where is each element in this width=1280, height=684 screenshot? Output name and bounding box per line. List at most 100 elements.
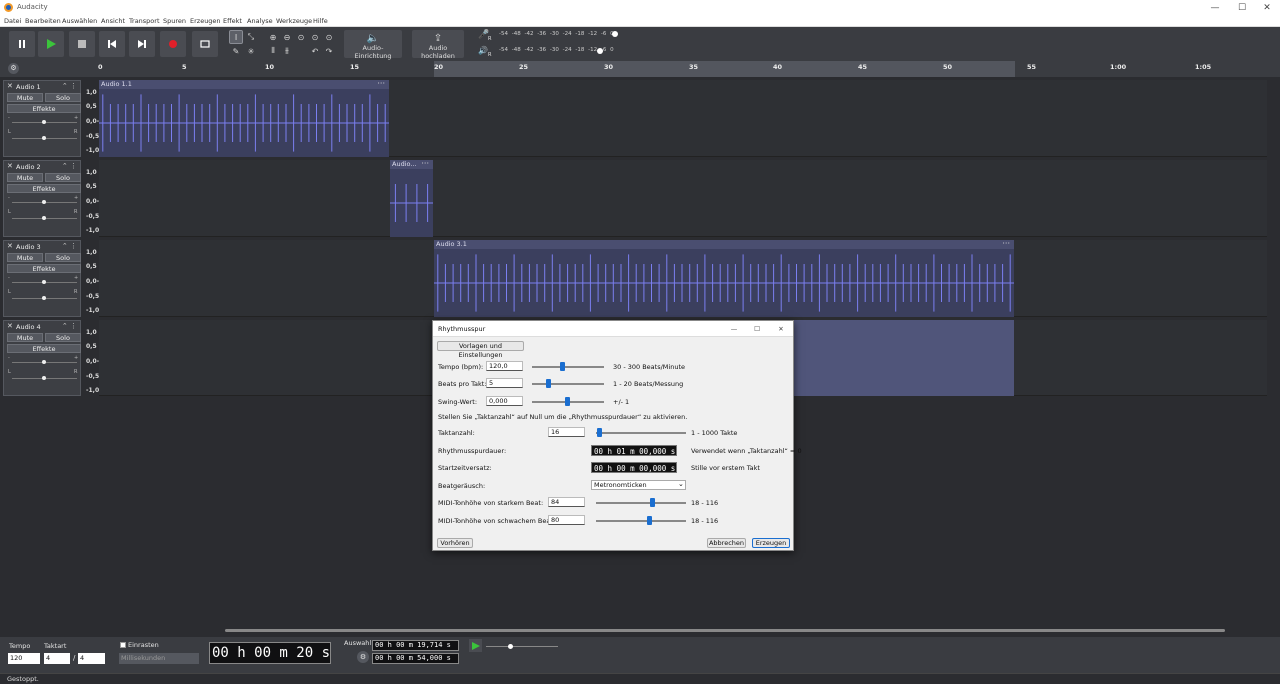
tempo-slider[interactable] — [532, 362, 604, 371]
effects-button[interactable]: Effekte — [7, 344, 81, 353]
close-track-icon[interactable]: ✕ — [7, 82, 13, 90]
pause-button[interactable] — [9, 31, 35, 57]
menu-tracks[interactable]: Spuren — [163, 17, 186, 25]
swing-slider-thumb[interactable] — [565, 397, 570, 406]
playback-meter-handle[interactable] — [597, 48, 603, 54]
record-meter-handle[interactable] — [612, 31, 618, 37]
effects-button[interactable]: Effekte — [7, 184, 81, 193]
menu-transport[interactable]: Transport — [129, 17, 160, 25]
pan-knob[interactable] — [42, 216, 46, 220]
midi-strong-slider[interactable] — [596, 498, 686, 507]
clip-menu-icon[interactable]: ··· — [421, 160, 429, 168]
vertical-scale[interactable]: 1,0 0,5 0,0- -0,5 -1,0 — [82, 160, 99, 237]
selection-settings-icon[interactable]: ⚙ — [357, 651, 369, 663]
track-control-panel[interactable]: ✕ Audio 1 ⌃ ⋮ Mute Solo Effekte - + L R — [3, 80, 81, 157]
time-signature-numerator[interactable]: 4 — [44, 653, 70, 664]
beats-input[interactable]: 5 — [486, 378, 523, 388]
gain-slider[interactable] — [12, 200, 77, 204]
draw-tool-icon[interactable]: ✎ — [230, 45, 242, 57]
beats-slider[interactable] — [532, 379, 604, 388]
audio-clip[interactable]: Audio 1.1 ··· — [99, 80, 389, 157]
pan-slider[interactable] — [12, 376, 77, 380]
preview-button[interactable]: Vorhören — [437, 538, 473, 548]
trim-outside-icon[interactable]: ⫴ — [267, 45, 279, 57]
time-signature-denominator[interactable]: 4 — [78, 653, 105, 664]
vertical-scale[interactable]: 1,0 0,5 0,0- -0,5 -1,0 — [82, 320, 99, 396]
menu-effect[interactable]: Effekt — [223, 17, 242, 25]
menu-tools[interactable]: Werkzeuge — [276, 17, 312, 25]
pan-knob[interactable] — [42, 296, 46, 300]
playback-speed-slider[interactable] — [486, 644, 558, 649]
dialog-maximize-button[interactable]: ☐ — [748, 325, 766, 333]
close-button[interactable]: ✕ — [1254, 2, 1280, 14]
pan-slider[interactable] — [12, 136, 77, 140]
track-menu-chevron-icon[interactable]: ⌃ ⋮ — [62, 242, 77, 250]
bars-input[interactable]: 16 — [548, 427, 585, 437]
clip-menu-icon[interactable]: ··· — [1002, 240, 1010, 248]
duration-display[interactable]: 00 h 01 m 00,000 s — [591, 445, 677, 456]
mute-button[interactable]: Mute — [7, 93, 43, 102]
track-control-panel[interactable]: ✕ Audio 4 ⌃ ⋮ Mute Solo Effekte - + L R — [3, 320, 81, 396]
gain-knob[interactable] — [42, 200, 46, 204]
snap-checkbox[interactable] — [120, 642, 126, 648]
play-button[interactable] — [38, 31, 64, 57]
stop-button[interactable] — [69, 31, 95, 57]
midi-strong-slider-thumb[interactable] — [650, 498, 655, 507]
maximize-button[interactable]: ☐ — [1229, 2, 1255, 14]
skip-start-button[interactable] — [99, 31, 125, 57]
silence-selection-icon[interactable]: ⫵ — [281, 45, 293, 57]
time-display[interactable]: 00 h 00 m 20 s — [209, 642, 331, 664]
midi-weak-input[interactable]: 80 — [548, 515, 585, 525]
track-name[interactable]: Audio 3 — [16, 243, 41, 251]
share-audio-button[interactable]: ⇪ Audio hochladen — [412, 30, 464, 60]
menu-analyze[interactable]: Analyse — [247, 17, 273, 25]
dialog-close-button[interactable]: ✕ — [772, 325, 790, 333]
generate-button[interactable]: Erzeugen — [752, 538, 790, 548]
tempo-slider-thumb[interactable] — [560, 362, 565, 371]
gain-slider[interactable] — [12, 360, 77, 364]
track-lane[interactable]: Audio... ··· — [99, 160, 1267, 237]
zoom-toggle-icon[interactable]: ⊙ — [323, 31, 335, 43]
gain-knob[interactable] — [42, 360, 46, 364]
track-menu-chevron-icon[interactable]: ⌃ ⋮ — [62, 162, 77, 170]
mute-button[interactable]: Mute — [7, 253, 43, 262]
gain-knob[interactable] — [42, 280, 46, 284]
tempo-input[interactable]: 120,0 — [486, 361, 523, 371]
playback-speed-knob[interactable] — [508, 644, 513, 649]
horizontal-scrollbar[interactable] — [225, 629, 1225, 632]
loop-button[interactable] — [192, 31, 218, 57]
fit-selection-icon[interactable]: ⊙ — [295, 31, 307, 43]
tempo-input[interactable]: 120 — [8, 653, 40, 664]
clip-menu-icon[interactable]: ··· — [377, 80, 385, 88]
vertical-scale[interactable]: 1,0 0,5 0,0- -0,5 -1,0 — [82, 240, 99, 317]
solo-button[interactable]: Solo — [45, 333, 81, 342]
dialog-minimize-button[interactable]: — — [725, 325, 743, 333]
gain-knob[interactable] — [42, 120, 46, 124]
pan-knob[interactable] — [42, 376, 46, 380]
timeline-settings-icon[interactable]: ⚙ — [8, 63, 19, 74]
skip-end-button[interactable] — [129, 31, 155, 57]
effects-button[interactable]: Effekte — [7, 104, 81, 113]
solo-button[interactable]: Solo — [45, 173, 81, 182]
clip-header[interactable]: Audio 1.1 — [99, 80, 389, 89]
swing-input[interactable]: 0,000 — [486, 396, 523, 406]
pan-knob[interactable] — [42, 136, 46, 140]
midi-strong-input[interactable]: 84 — [548, 497, 585, 507]
pan-slider[interactable] — [12, 216, 77, 220]
presets-button[interactable]: Vorlagen und Einstellungen — [437, 341, 524, 359]
pan-slider[interactable] — [12, 296, 77, 300]
track-name[interactable]: Audio 1 — [16, 83, 41, 91]
close-track-icon[interactable]: ✕ — [7, 322, 13, 330]
envelope-tool-icon[interactable]: ⤡ — [245, 31, 257, 43]
track-menu-chevron-icon[interactable]: ⌃ ⋮ — [62, 322, 77, 330]
mute-button[interactable]: Mute — [7, 333, 43, 342]
audio-clip[interactable]: Audio... ··· — [390, 160, 433, 237]
track-name[interactable]: Audio 4 — [16, 323, 41, 331]
zoom-out-icon[interactable]: ⊖ — [281, 31, 293, 43]
track-control-panel[interactable]: ✕ Audio 3 ⌃ ⋮ Mute Solo Effekte - + L R — [3, 240, 81, 317]
track-control-panel[interactable]: ✕ Audio 2 ⌃ ⋮ Mute Solo Effekte - + L R — [3, 160, 81, 237]
record-button[interactable] — [160, 31, 186, 57]
timeline-ruler[interactable]: ⚙ 0 5 10 15 20 25 30 35 40 45 50 55 1:00… — [0, 61, 1280, 77]
solo-button[interactable]: Solo — [45, 253, 81, 262]
menu-select[interactable]: Auswählen — [62, 17, 97, 25]
